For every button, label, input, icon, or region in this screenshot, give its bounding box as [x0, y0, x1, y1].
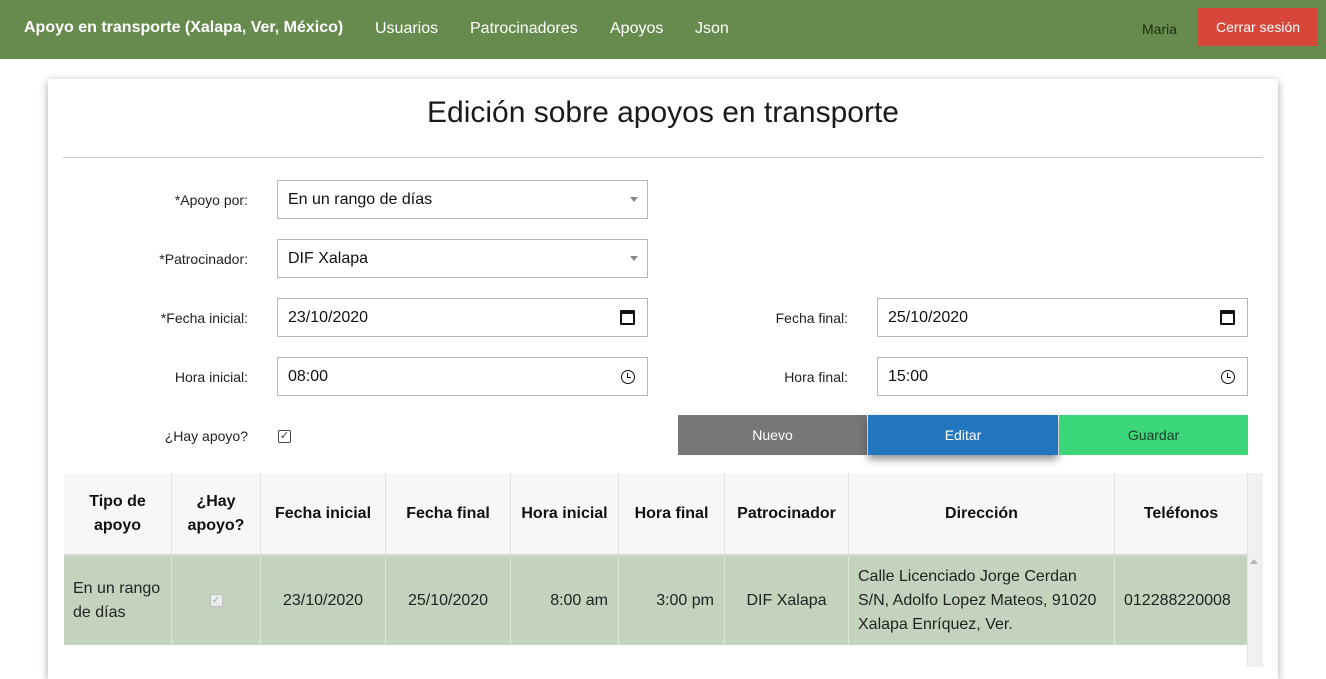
hora-inicial-label: Hora inicial:	[174, 369, 248, 385]
chevron-down-icon	[630, 256, 638, 261]
calendar-icon[interactable]	[620, 310, 635, 325]
cell-fecha-inicial: 23/10/2020	[261, 556, 386, 645]
nav-link-patrocinadores[interactable]: Patrocinadores	[470, 20, 578, 38]
column-header-fecha-final[interactable]: Fecha final	[386, 473, 511, 555]
patrocinador-select[interactable]: DIF Xalapa	[277, 239, 648, 278]
column-header-patrocinador[interactable]: Patrocinador	[725, 473, 849, 555]
hay-apoyo-label: ¿Hay apoyo?	[164, 428, 248, 444]
top-navbar: Apoyo en transporte (Xalapa, Ver, México…	[0, 0, 1326, 59]
column-header-hay-apoyo[interactable]: ¿Hay apoyo?	[172, 473, 261, 555]
table-scrollbar[interactable]	[1247, 473, 1263, 667]
fecha-final-value: 25/10/2020	[888, 308, 969, 326]
column-header-direccion[interactable]: Dirección	[849, 473, 1115, 555]
apoyo-por-label: *Apoyo por:	[174, 192, 248, 208]
nav-link-usuarios[interactable]: Usuarios	[375, 20, 438, 38]
column-header-fecha-inicial[interactable]: Fecha inicial	[261, 473, 386, 555]
chevron-down-icon	[630, 197, 638, 202]
fecha-inicial-input[interactable]: 23/10/2020	[277, 298, 648, 337]
current-user-name: Maria	[1142, 21, 1178, 37]
column-header-telefonos[interactable]: Teléfonos	[1115, 473, 1247, 555]
cell-hay-apoyo: ✓	[172, 556, 261, 645]
apoyo-por-value: En un rango de días	[288, 190, 433, 208]
patrocinador-value: DIF Xalapa	[288, 249, 369, 267]
apoyo-por-select[interactable]: En un rango de días	[277, 180, 648, 219]
cell-fecha-final: 25/10/2020	[386, 556, 511, 645]
nav-link-apoyos[interactable]: Apoyos	[610, 20, 663, 38]
row-hay-apoyo-checkbox: ✓	[209, 594, 223, 607]
hora-inicial-value: 08:00	[288, 367, 329, 385]
table-header: Tipo de apoyo ¿Hay apoyo? Fecha inicial …	[64, 473, 1247, 555]
cell-hora-final: 3:00 pm	[619, 556, 725, 645]
title-divider	[63, 157, 1263, 158]
scroll-up-arrow-icon[interactable]	[1250, 559, 1258, 564]
fecha-final-input[interactable]: 25/10/2020	[877, 298, 1248, 337]
column-header-hora-inicial[interactable]: Hora inicial	[511, 473, 619, 555]
cell-tipo: En un rango de días	[64, 556, 172, 645]
hora-inicial-input[interactable]: 08:00	[277, 357, 648, 396]
apoyos-table: Tipo de apoyo ¿Hay apoyo? Fecha inicial …	[64, 473, 1263, 667]
hora-final-value: 15:00	[888, 367, 929, 385]
table-row[interactable]: En un rango de días ✓ 23/10/2020 25/10/2…	[64, 556, 1247, 645]
patrocinador-label: *Patrocinador:	[159, 251, 248, 267]
hay-apoyo-checkbox[interactable]: ✓	[278, 430, 291, 443]
calendar-icon[interactable]	[1220, 310, 1235, 325]
fecha-inicial-label: *Fecha inicial:	[160, 310, 248, 326]
editar-button[interactable]: Editar	[868, 415, 1058, 455]
cell-hora-inicial: 8:00 am	[511, 556, 619, 645]
fecha-inicial-value: 23/10/2020	[288, 308, 369, 326]
nav-link-json[interactable]: Json	[695, 20, 729, 38]
clock-icon[interactable]	[1221, 370, 1235, 384]
app-brand[interactable]: Apoyo en transporte (Xalapa, Ver, México…	[24, 19, 343, 37]
column-header-hora-final[interactable]: Hora final	[619, 473, 725, 555]
hora-final-input[interactable]: 15:00	[877, 357, 1248, 396]
column-header-tipo[interactable]: Tipo de apoyo	[64, 473, 172, 555]
cell-patrocinador: DIF Xalapa	[725, 556, 849, 645]
page-title: Edición sobre apoyos en transporte	[427, 96, 899, 129]
fecha-final-label: Fecha final:	[775, 310, 848, 326]
hora-final-label: Hora final:	[784, 369, 848, 385]
cell-direccion: Calle Licenciado Jorge Cerdan S/N, Adolf…	[849, 556, 1115, 645]
logout-button[interactable]: Cerrar sesión	[1198, 8, 1318, 46]
clock-icon[interactable]	[621, 370, 635, 384]
guardar-button[interactable]: Guardar	[1059, 415, 1248, 455]
nuevo-button[interactable]: Nuevo	[678, 415, 867, 455]
cell-telefonos: 012288220008	[1124, 591, 1231, 609]
